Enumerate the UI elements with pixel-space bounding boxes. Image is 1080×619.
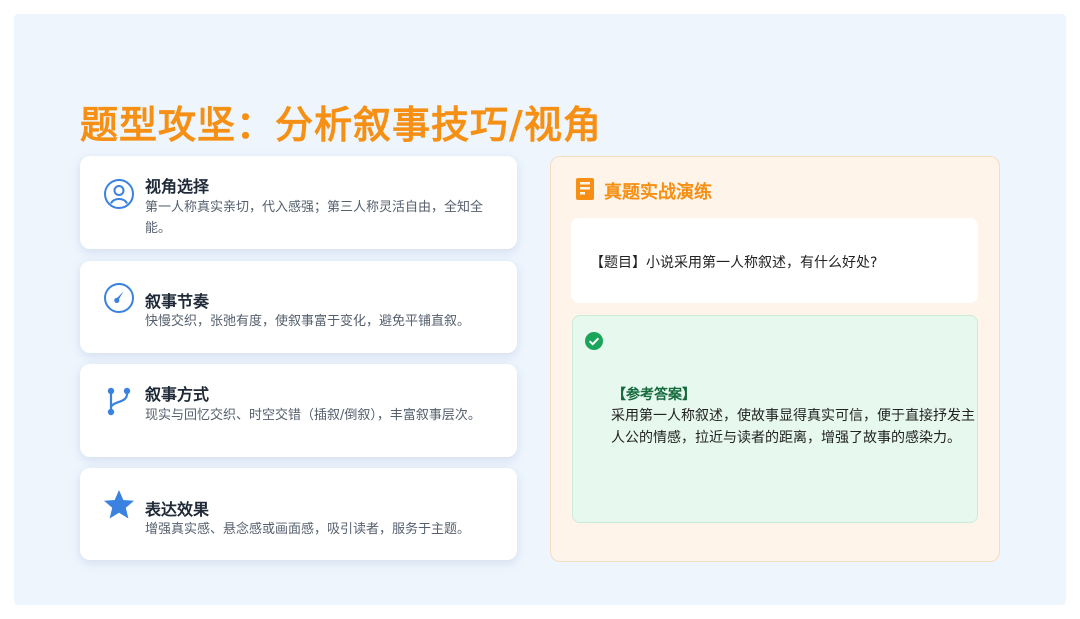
card-description: 第一人称真实亲切，代入感强；第三人称灵活自由，全知全能。 [145,200,484,236]
card-description: 增强真实感、悬念感或画面感，吸引读者，服务于主题。 [145,522,471,537]
practice-panel: 真题实战演练 【题目】小说采用第一人称叙述，有什么好处? 【参考答案】 采用第一… [550,156,1000,562]
answer-box: 【参考答案】 采用第一人称叙述，使故事显得真实可信，便于直接抒发主人公的情感，拉… [572,315,978,523]
user-circle-icon [102,177,136,211]
question-text: 【题目】小说采用第一人称叙述，有什么好处? [590,255,878,271]
star-icon [102,488,136,522]
answer-label: 【参考答案】 [612,387,696,403]
question-box: 【题目】小说采用第一人称叙述，有什么好处? [571,218,978,303]
card-description: 现实与回忆交织、时空交错（插叙/倒叙），丰富叙事层次。 [145,408,481,423]
gauge-icon [102,281,136,315]
page-title: 题型攻坚：分析叙事技巧/视角 [80,103,602,147]
answer-text: 采用第一人称叙述，使故事显得真实可信，便于直接抒发主人公的情感，拉近与读者的距离… [611,408,975,446]
card-description: 快慢交织，张弛有度，使叙事富于变化，避免平铺直叙。 [145,314,471,329]
card-rhythm: 叙事节奏 快慢交织，张弛有度，使叙事富于变化，避免平铺直叙。 [80,261,517,353]
document-icon [575,177,595,205]
branch-icon [102,384,136,418]
card-title: 视角选择 [145,177,210,196]
practice-header: 真题实战演练 [575,177,712,205]
card-effect: 表达效果 增强真实感、悬念感或画面感，吸引读者，服务于主题。 [80,468,517,560]
slide: 题型攻坚：分析叙事技巧/视角 视角选择 第一人称真实亲切，代入感强；第三人称灵活… [14,14,1066,605]
card-title: 叙事方式 [145,385,210,404]
card-method: 叙事方式 现实与回忆交织、时空交错（插叙/倒叙），丰富叙事层次。 [80,364,517,457]
card-title: 叙事节奏 [145,292,210,311]
check-circle-icon [584,331,604,355]
card-title: 表达效果 [145,500,210,519]
practice-title: 真题实战演练 [604,182,712,203]
card-perspective: 视角选择 第一人称真实亲切，代入感强；第三人称灵活自由，全知全能。 [80,156,517,249]
